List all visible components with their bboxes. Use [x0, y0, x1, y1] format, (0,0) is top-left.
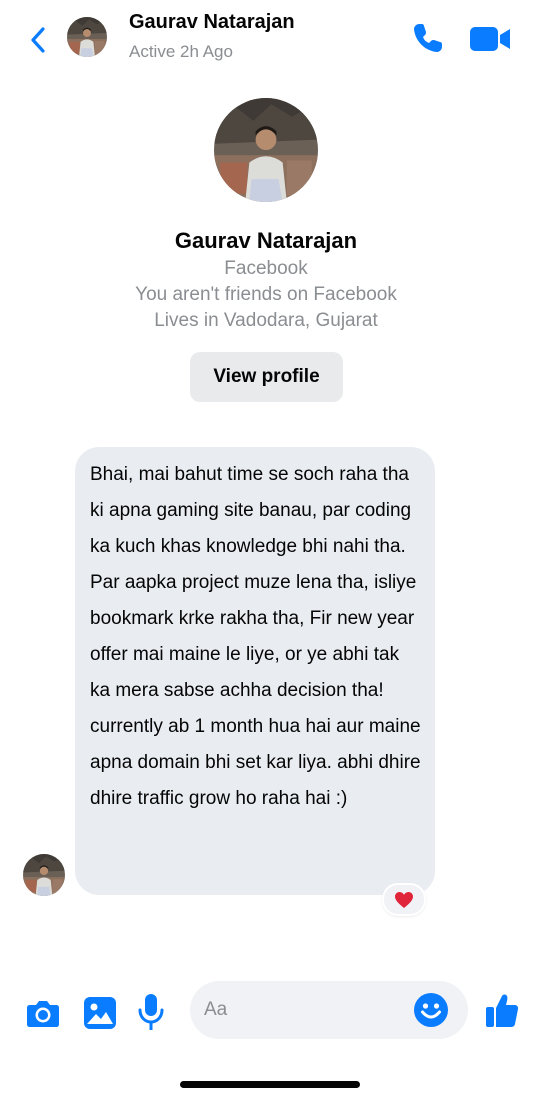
like-button[interactable]	[484, 992, 520, 1030]
profile-name: Gaurav Natarajan	[174, 228, 358, 253]
sender-avatar[interactable]	[23, 854, 65, 896]
message-input-wrapper	[190, 981, 468, 1039]
profile-location: Lives in Vadodara, Gujarat	[154, 310, 378, 331]
contact-avatar[interactable]	[67, 17, 107, 57]
message-composer	[0, 980, 540, 1044]
profile-platform: Facebook	[224, 258, 308, 279]
heart-icon	[395, 891, 413, 908]
back-button[interactable]	[24, 24, 52, 56]
view-profile-button[interactable]: View profile	[190, 352, 343, 402]
message-bubble[interactable]: Bhai, mai bahut time se soch raha tha ki…	[75, 447, 435, 895]
voice-message-button[interactable]	[135, 992, 167, 1032]
microphone-icon	[138, 994, 164, 1030]
chevron-left-icon	[31, 27, 45, 53]
voice-call-button[interactable]	[410, 20, 446, 56]
camera-icon	[27, 1001, 59, 1027]
gallery-button[interactable]	[82, 994, 118, 1032]
video-call-button[interactable]	[468, 22, 512, 56]
video-camera-icon	[470, 27, 510, 51]
phone-icon	[414, 24, 442, 52]
gallery-icon	[84, 997, 116, 1029]
message-text: Bhai, mai bahut time se soch raha tha ki…	[90, 464, 421, 809]
thumbs-up-icon	[486, 994, 519, 1027]
camera-button[interactable]	[24, 994, 62, 1032]
chat-header: Gaurav Natarajan Active 2h Ago	[0, 0, 540, 82]
message-input[interactable]	[204, 981, 414, 1039]
emoji-button[interactable]	[413, 992, 449, 1028]
contact-name[interactable]: Gaurav Natarajan	[129, 11, 295, 34]
message-reaction[interactable]	[382, 883, 426, 916]
friend-status: You aren't friends on Facebook	[135, 284, 397, 305]
home-indicator[interactable]	[180, 1081, 360, 1088]
active-status: Active 2h Ago	[129, 42, 233, 61]
profile-avatar[interactable]	[214, 98, 318, 202]
emoji-icon	[414, 993, 448, 1027]
